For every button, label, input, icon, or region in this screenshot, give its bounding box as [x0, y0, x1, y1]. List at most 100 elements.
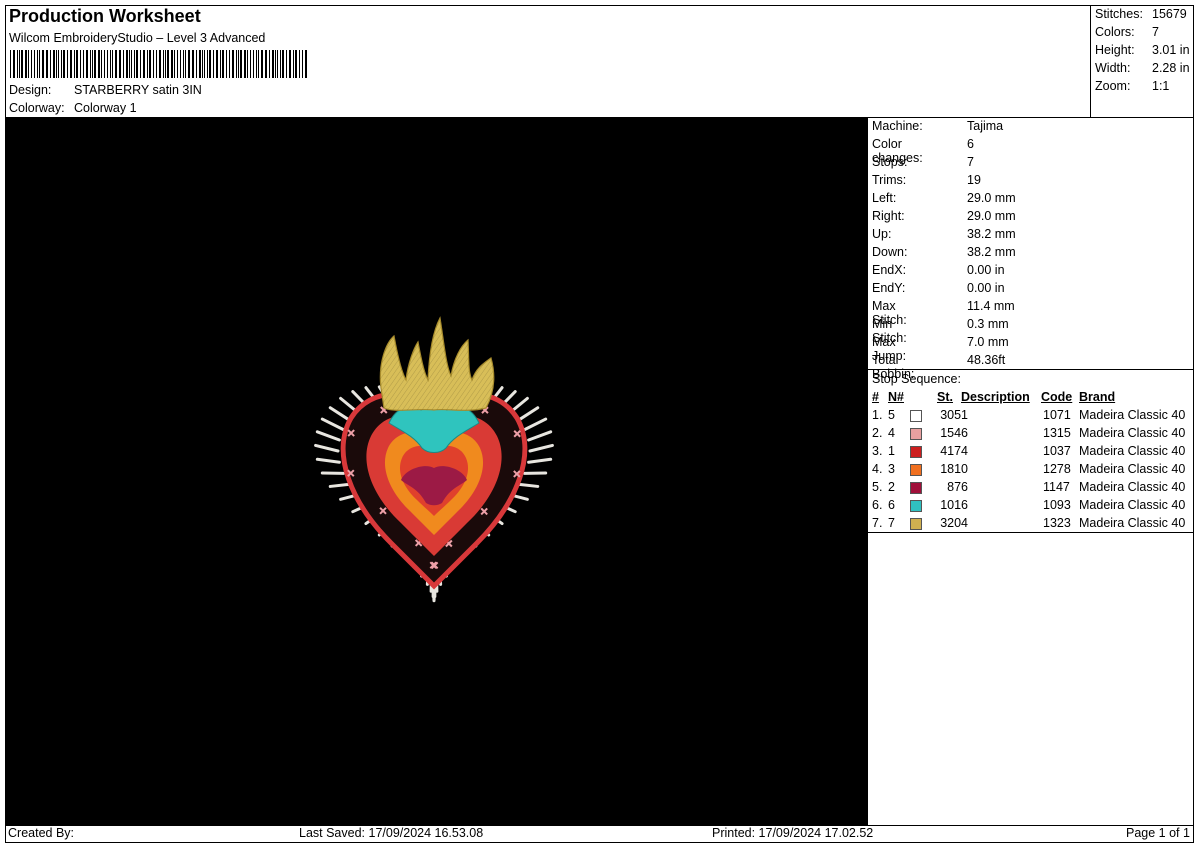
summary-zoom-value: 1:1 [1152, 79, 1170, 93]
barcode-bar [167, 50, 169, 78]
info-value: 0.3 mm [967, 317, 1009, 331]
info-label: EndY: [872, 281, 906, 295]
barcode-bar [19, 50, 20, 78]
info-value: 11.4 mm [967, 299, 1015, 313]
barcode-bar [136, 50, 138, 78]
thread-code: 1037 [1043, 444, 1071, 458]
barcode-bar [42, 50, 44, 78]
thread-code: 1071 [1043, 408, 1071, 422]
embroidery-heart-image [314, 316, 554, 603]
col-header-code: Code [1041, 390, 1073, 404]
barcode-bar [244, 50, 246, 78]
stop-index: 2. [872, 426, 883, 440]
barcode-bar [177, 50, 178, 78]
needle-number: 3 [888, 462, 895, 476]
color-swatch [910, 410, 922, 422]
thread-brand: Madeira Classic 40 [1079, 444, 1186, 458]
barcode-bar [46, 50, 48, 78]
col-header-brand: Brand [1079, 390, 1116, 404]
barcode-bar [28, 50, 29, 78]
barcode-bar [34, 50, 35, 78]
thread-brand: Madeira Classic 40 [1079, 462, 1186, 476]
barcode-bar [253, 50, 254, 78]
barcode-bar [107, 50, 108, 78]
info-value: 29.0 mm [967, 191, 1016, 205]
stop-index: 5. [872, 480, 883, 494]
last-saved: Last Saved: 17/09/2024 16.53.08 [299, 826, 484, 840]
stop-index: 4. [872, 462, 883, 476]
barcode-bar [37, 50, 38, 78]
info-bottom-rule [867, 369, 1194, 370]
barcode-bar [272, 50, 274, 78]
needle-number: 7 [888, 516, 895, 530]
barcode-bar [180, 50, 181, 78]
barcode-bar [104, 50, 105, 78]
barcode-bar [209, 50, 211, 78]
barcode-bar [56, 50, 57, 78]
spike [314, 443, 340, 453]
design-value: STARBERRY satin 3IN [74, 83, 202, 97]
summary-height-label: Height: [1095, 43, 1135, 57]
printed-date: Printed: 17/09/2024 17.02.52 [712, 826, 874, 840]
barcode-bar [295, 50, 297, 78]
color-swatch [910, 500, 922, 512]
stop-row: 1. 5 3051 1071 Madeira Classic 40 [872, 408, 1194, 426]
color-swatch [910, 428, 922, 440]
summary-stitches-label: Stitches: [1095, 7, 1143, 21]
barcode-bar [90, 50, 91, 78]
col-header-st: St. [937, 390, 953, 404]
thread-code: 1278 [1043, 462, 1071, 476]
stop-row: 5. 2 876 1147 Madeira Classic 40 [872, 480, 1194, 498]
spike [528, 443, 554, 453]
barcode-bar [165, 50, 166, 78]
barcode-bar [247, 50, 248, 78]
thread-code: 1323 [1043, 516, 1071, 530]
spike [328, 406, 352, 422]
stop-index: 3. [872, 444, 883, 458]
spike [516, 406, 540, 422]
flame-stitch-texture [380, 318, 494, 411]
summary-colors-label: Colors: [1095, 25, 1135, 39]
barcode-bar [256, 50, 257, 78]
barcode-bar [305, 50, 307, 78]
barcode-bar [58, 50, 59, 78]
info-value: 0.00 in [967, 263, 1005, 277]
stop-table-bottom-rule [867, 532, 1194, 533]
barcode-bar [275, 50, 276, 78]
barcode-bar [123, 50, 124, 78]
barcode-bar [236, 50, 237, 78]
needle-number: 1 [888, 444, 895, 458]
barcode-bar [185, 50, 186, 78]
barcode-bar [204, 50, 205, 78]
spike [328, 482, 352, 488]
info-value: 0.00 in [967, 281, 1005, 295]
barcode-bar [213, 50, 214, 78]
barcode-bar [258, 50, 259, 78]
needle-number: 5 [888, 408, 895, 422]
barcode-bar [63, 50, 65, 78]
stitch-count: 3051 [940, 408, 968, 422]
barcode-bar [143, 50, 145, 78]
stop-index: 7. [872, 516, 883, 530]
barcode-bar [70, 50, 72, 78]
color-swatch [910, 482, 922, 494]
barcode-bar [216, 50, 218, 78]
barcode-bar [196, 50, 197, 78]
thread-brand: Madeira Classic 40 [1079, 498, 1186, 512]
info-label: Up: [872, 227, 892, 241]
stop-row: 2. 4 1546 1315 Madeira Classic 40 [872, 426, 1194, 444]
barcode-bar [229, 50, 230, 78]
barcode-bar [147, 50, 148, 78]
barcode-bar [156, 50, 157, 78]
info-value: 19 [967, 173, 981, 187]
barcode-bar [92, 50, 93, 78]
info-value: 6 [967, 137, 974, 151]
barcode-bar [261, 50, 263, 78]
color-swatch [910, 446, 922, 458]
barcode-bar [265, 50, 267, 78]
barcode-bar [188, 50, 190, 78]
info-value: 29.0 mm [967, 209, 1016, 223]
barcode-bar [98, 50, 100, 78]
info-value: 38.2 mm [967, 245, 1016, 259]
barcode-bar [61, 50, 62, 78]
